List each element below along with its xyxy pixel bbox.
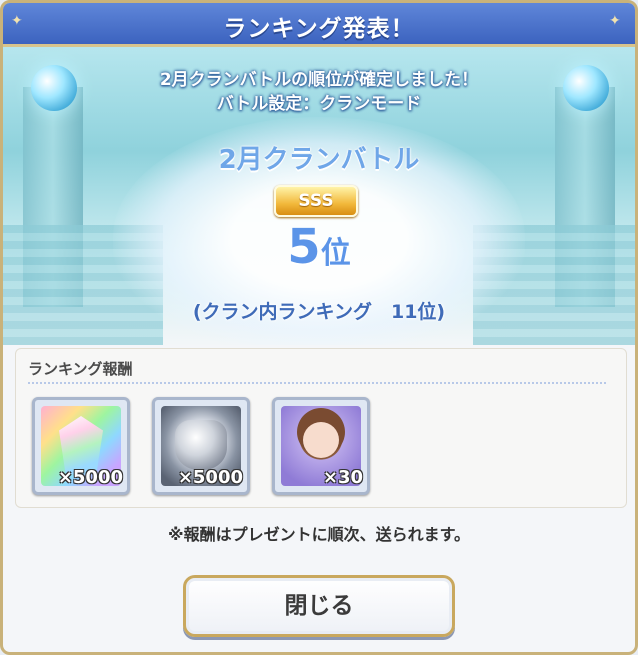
reward-item[interactable]: ×5000 — [152, 397, 250, 495]
divider — [28, 382, 606, 384]
reward-item[interactable]: ×30 — [272, 397, 370, 495]
reward-label: ランキング報酬 — [28, 360, 133, 378]
reward-quantity: ×5000 — [177, 467, 243, 488]
ornament-icon: ✦ — [609, 13, 621, 29]
dialog-title: ランキング発表！ — [223, 16, 415, 42]
result-message-line1: 2月クランバトルの順位が確定しました！ — [159, 70, 479, 90]
place-number: 5 — [287, 219, 321, 275]
reward-note: ※報酬はプレゼントに順次、送られます。 — [168, 525, 470, 544]
rank-grade-badge: SSS — [274, 185, 358, 217]
close-button[interactable]: 閉じる — [183, 575, 455, 637]
reward-panel: ランキング報酬 ×5000 ×5000 ×30 — [15, 348, 627, 508]
ranking-dialog: ✦ ランキング発表！ ✦ 2月クランバトルの順位が確定しました！ バトル設定：ク… — [0, 0, 638, 655]
reward-item[interactable]: ×5000 — [32, 397, 130, 495]
clan-inner-ranking: (クラン内ランキング 11位) — [192, 301, 446, 323]
reward-quantity: ×5000 — [57, 467, 123, 488]
result-banner: 2月クランバトルの順位が確定しました！ バトル設定：クランモード 2月クランバト… — [3, 47, 635, 345]
title-bar: ✦ ランキング発表！ ✦ — [3, 3, 635, 47]
reward-quantity: ×30 — [322, 467, 363, 488]
clan-place: 5位 — [3, 219, 635, 275]
place-unit: 位 — [320, 236, 351, 271]
result-message-line2: バトル設定：クランモード — [216, 94, 422, 114]
battle-name: 2月クランバトル — [218, 145, 420, 175]
